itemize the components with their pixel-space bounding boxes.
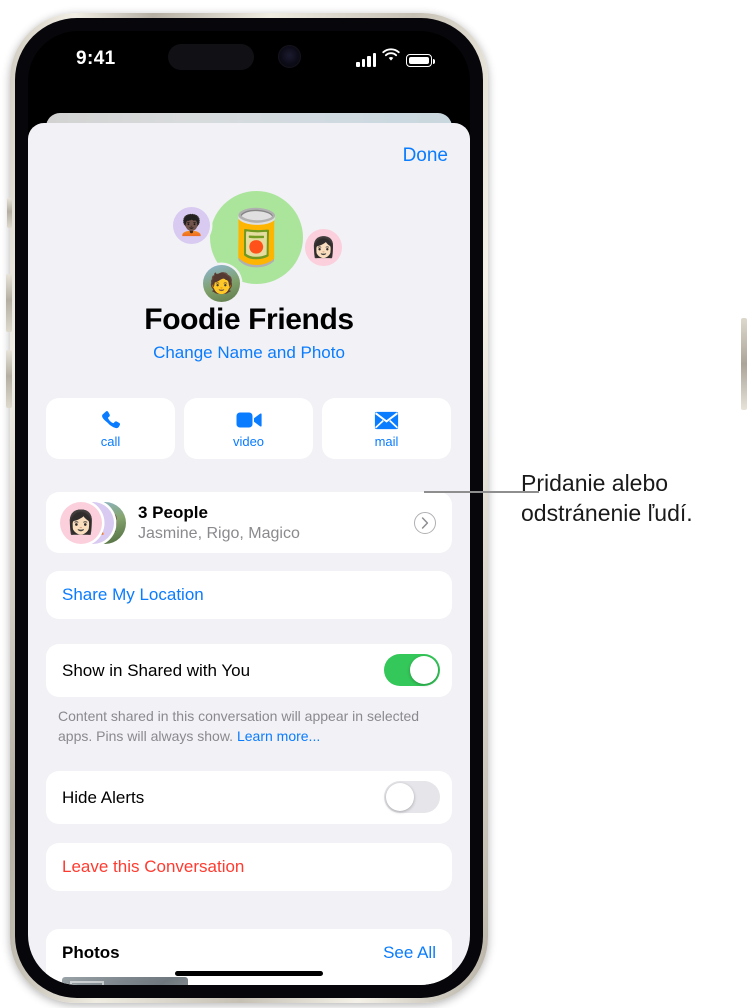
photos-title: Photos [62,943,120,962]
photo-thumbnail[interactable]: 🧑🏿‍🦱 [62,977,188,985]
hide-alerts-label: Hide Alerts [62,787,145,807]
group-header: 🥫 🧑🏿‍🦱 🧑 👩🏻 Foodie Friends Change Name a… [28,189,470,363]
see-all-button[interactable]: See All [383,943,436,963]
conversation-details-sheet: Done 🥫 🧑🏿‍🦱 🧑 👩🏻 Foodie Friends Change N… [28,123,470,985]
leave-conversation-label: Leave this Conversation [62,857,245,876]
volume-down-button[interactable] [6,350,12,408]
front-camera-icon [278,45,301,68]
phone-screen: 9:41 Done [28,31,470,985]
stack-avatar-1: 👩🏻 [60,501,102,544]
silent-switch-button[interactable] [7,198,12,228]
phone-icon [100,408,122,432]
home-indicator[interactable] [175,971,323,976]
group-name: Foodie Friends [144,303,354,336]
share-my-location-row[interactable]: Share My Location [46,571,452,619]
group-avatar-cluster: 🥫 🧑🏿‍🦱 🧑 👩🏻 [159,189,342,307]
call-button[interactable]: call [46,398,175,459]
envelope-icon [374,408,399,432]
power-button[interactable] [741,318,747,410]
photos-strip: 🧑🏿‍🦱 [46,977,452,985]
photos-section: Photos See All 🧑🏿‍🦱 [46,929,452,985]
glass-shape [70,981,104,985]
video-button-label: video [232,434,265,449]
member-avatar-stack: 🧑 🧑🏿‍🦱 👩🏻 [60,501,126,544]
show-in-shared-with-you-toggle[interactable] [384,654,440,686]
mail-button-label: mail [374,434,399,449]
status-bar-time: 9:41 [76,48,116,69]
member-avatar-3: 👩🏻 [305,229,342,266]
hide-alerts-row[interactable]: Hide Alerts [46,771,452,824]
learn-more-link[interactable]: Learn more... [237,728,320,744]
action-buttons-row: call video mail [46,398,451,459]
share-my-location-label: Share My Location [62,585,204,604]
change-name-and-photo-link[interactable]: Change Name and Photo [28,343,470,363]
call-button-label: call [100,434,121,449]
people-row[interactable]: 🧑 🧑🏿‍🦱 👩🏻 3 People Jasmine, Rigo, Magico [46,492,452,553]
show-in-shared-with-you-row[interactable]: Show in Shared with You [46,644,452,697]
member-avatar-1: 🧑🏿‍🦱 [173,207,210,244]
volume-up-button[interactable] [6,274,12,332]
show-in-shared-with-you-label: Show in Shared with You [62,660,251,680]
wifi-icon [382,48,400,67]
cellular-bars-icon [356,53,376,67]
people-row-text: 3 People Jasmine, Rigo, Magico [138,503,300,543]
battery-full-icon [406,54,436,67]
hide-alerts-toggle[interactable] [384,781,440,813]
people-count-label: 3 People [138,502,208,522]
status-bar-indicators [356,48,436,67]
callout-annotation-text: Pridanie alebo odstránenie ľudí. [521,470,693,527]
member-avatar-2: 🧑 [203,265,240,302]
dynamic-island [168,44,254,70]
screenshot-root: 9:41 Done [0,0,753,1008]
chevron-right-icon[interactable] [414,512,436,534]
leave-conversation-row[interactable]: Leave this Conversation [46,843,452,891]
shared-with-you-footnote: Content shared in this conversation will… [58,706,450,747]
photos-header: Photos See All [46,929,452,977]
video-camera-icon [236,408,262,432]
done-button[interactable]: Done [403,145,448,167]
status-bar: 9:41 [28,31,470,89]
video-button[interactable]: video [184,398,313,459]
people-names-label: Jasmine, Rigo, Magico [138,524,300,542]
mail-button[interactable]: mail [322,398,451,459]
